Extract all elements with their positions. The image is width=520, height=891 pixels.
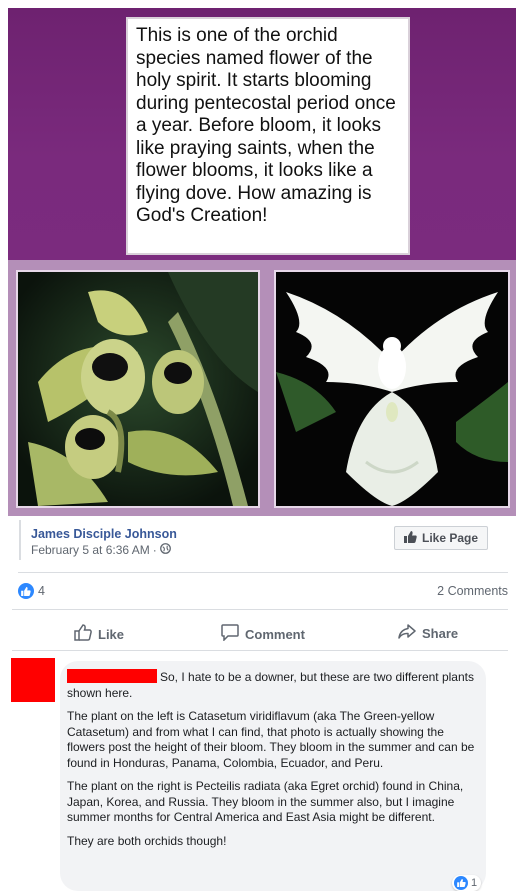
comment-label: Comment	[245, 626, 305, 642]
shared-image[interactable]: This is one of the orchid species named …	[8, 8, 516, 516]
share-icon	[398, 624, 416, 642]
like-button[interactable]: Like	[74, 624, 124, 644]
reaction-count: 4	[38, 584, 45, 598]
comment-paragraph: The plant on the right is Pecteilis radi…	[67, 779, 464, 824]
comment-button[interactable]: Comment	[221, 624, 305, 644]
share-label: Share	[422, 625, 459, 641]
post-date-text: February 5 at 6:36 AM	[31, 543, 150, 557]
like-reaction-icon	[454, 876, 468, 890]
like-label: Like	[98, 626, 125, 642]
comment-icon	[221, 624, 239, 644]
divider	[12, 609, 508, 610]
image-caption: This is one of the orchid species named …	[126, 17, 410, 255]
author-divider	[19, 520, 21, 560]
comments-count-link[interactable]: 2 Comments	[437, 584, 508, 598]
like-page-button[interactable]: Like Page	[394, 526, 488, 550]
author-name-link[interactable]: James Disciple Johnson	[31, 527, 177, 541]
post-timestamp[interactable]: February 5 at 6:36 AM ·	[31, 543, 171, 557]
avatar-redacted[interactable]	[11, 658, 55, 702]
catasetum-illustration	[18, 272, 258, 506]
thumbs-up-icon	[403, 530, 417, 546]
redacted-commenter-name[interactable]	[67, 669, 157, 683]
post-date-separator: ·	[152, 543, 157, 557]
comment-paragraph: They are both orchids though!	[67, 833, 227, 848]
orchid-photo-right	[274, 270, 510, 508]
thumbs-up-outline-icon	[74, 624, 92, 644]
divider	[12, 650, 508, 651]
globe-icon	[159, 543, 171, 557]
comment-reaction-count: 1	[471, 877, 478, 889]
share-button[interactable]: Share	[398, 624, 458, 642]
post-reactions[interactable]: 4	[18, 583, 45, 599]
comment-intro-paragraph: So, I hate to be a downer, but these are…	[67, 669, 476, 701]
comment-bubble: So, I hate to be a downer, but these are…	[60, 661, 486, 891]
like-page-label: Like Page	[421, 531, 479, 545]
orchid-photo-left	[16, 270, 260, 508]
like-reaction-icon	[18, 583, 34, 599]
egret-orchid-illustration	[276, 272, 508, 506]
divider	[18, 572, 508, 573]
comment-paragraph: The plant on the left is Catasetum virid…	[67, 709, 475, 770]
